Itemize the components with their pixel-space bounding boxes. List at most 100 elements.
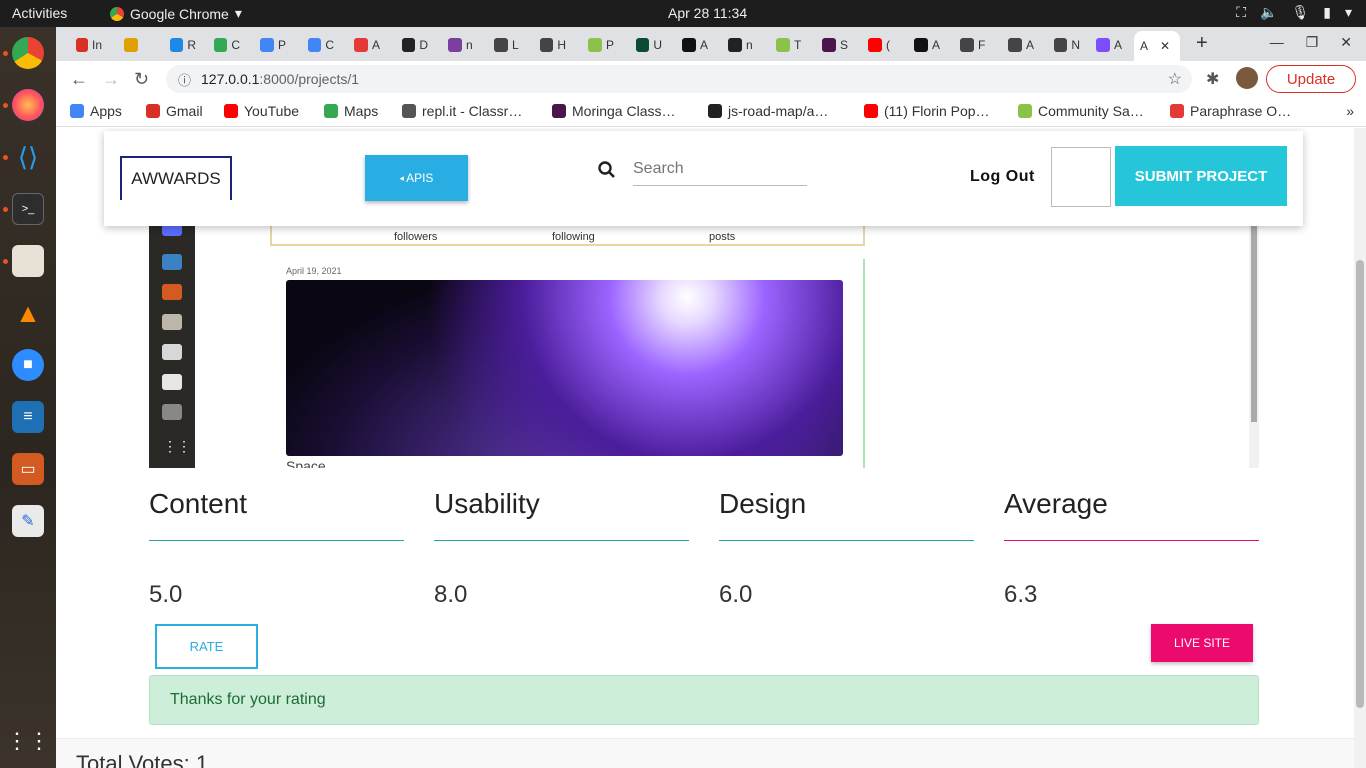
- tab-favicon-icon: [1008, 38, 1022, 52]
- close-icon[interactable]: ✕: [1160, 39, 1170, 53]
- rating-average: Average 6.3: [1004, 488, 1259, 609]
- tab-5[interactable]: C: [302, 33, 334, 57]
- forward-icon[interactable]: →: [102, 69, 120, 90]
- search-input[interactable]: [633, 153, 807, 186]
- writer-dock-icon[interactable]: ≡: [12, 401, 44, 433]
- tab-15[interactable]: T: [770, 33, 802, 57]
- reload-icon[interactable]: ↻: [134, 69, 149, 90]
- tab-4[interactable]: P: [254, 33, 286, 57]
- tab-12[interactable]: U: [630, 33, 662, 57]
- tab-3[interactable]: C: [208, 33, 240, 57]
- profile-avatar[interactable]: [1236, 67, 1258, 89]
- tab-2[interactable]: R: [164, 33, 196, 57]
- rating-value: 5.0: [149, 581, 183, 608]
- bookmark-7[interactable]: (11) Florin Pop…: [864, 103, 990, 119]
- bookmark-star-icon[interactable]: ☆: [1168, 69, 1182, 89]
- tab-1[interactable]: [118, 33, 150, 57]
- impress-dock-icon[interactable]: ▭: [12, 453, 44, 485]
- tab-favicon-icon: [170, 38, 184, 52]
- posts-label: posts: [709, 231, 736, 243]
- frame-scrollbar[interactable]: [1249, 226, 1259, 468]
- tab-14[interactable]: n: [722, 33, 754, 57]
- tab-favicon-icon: [636, 38, 650, 52]
- bookmark-3[interactable]: Maps: [324, 103, 378, 119]
- tab-16[interactable]: S: [816, 33, 848, 57]
- profile-image[interactable]: [1051, 147, 1111, 207]
- tab-18[interactable]: A: [908, 33, 940, 57]
- show-apps-icon[interactable]: ⋮⋮: [6, 725, 50, 757]
- maximize-icon[interactable]: ❐: [1306, 34, 1319, 51]
- system-tray[interactable]: ⛶ 🔈 🎙 ▮ ▾: [1236, 4, 1352, 21]
- tab-active[interactable]: A ✕: [1134, 31, 1180, 61]
- terminal-dock-icon[interactable]: >_: [12, 193, 44, 225]
- tab-10[interactable]: H: [534, 33, 566, 57]
- live-site-button[interactable]: LIVE SITE: [1151, 624, 1253, 662]
- post-image[interactable]: [286, 280, 843, 456]
- running-indicator: [3, 155, 8, 160]
- bookmark-2[interactable]: YouTube: [224, 103, 299, 119]
- vlc-dock-icon[interactable]: ▲: [12, 297, 44, 329]
- activities-button[interactable]: Activities: [12, 5, 67, 21]
- more-bookmarks-icon[interactable]: »: [1346, 103, 1354, 119]
- bookmark-0[interactable]: Apps: [70, 103, 122, 119]
- rate-button[interactable]: RATE: [155, 624, 258, 669]
- update-button[interactable]: Update: [1266, 65, 1356, 93]
- project-preview-frame[interactable]: ⋮⋮ followers following posts April 19, 2…: [149, 226, 1259, 468]
- tab-favicon-icon: [960, 38, 974, 52]
- extensions-puzzle-icon[interactable]: ✱: [1206, 69, 1219, 89]
- zoom-dock-icon[interactable]: ■: [12, 349, 44, 381]
- tab-21[interactable]: N: [1048, 33, 1080, 57]
- bookmark-label: js-road-map/a…: [728, 103, 829, 119]
- page-scrollbar[interactable]: [1354, 128, 1366, 768]
- firefox-dock-icon[interactable]: [12, 89, 44, 121]
- tab-favicon-icon: [868, 38, 882, 52]
- back-icon[interactable]: ←: [70, 69, 88, 90]
- rating-divider: [1004, 540, 1259, 541]
- tab-19[interactable]: F: [954, 33, 986, 57]
- tab-label: T: [794, 38, 802, 52]
- tab-11[interactable]: P: [582, 33, 614, 57]
- bookmark-favicon-icon: [324, 104, 338, 118]
- tab-20[interactable]: A: [1002, 33, 1034, 57]
- address-bar[interactable]: ⓘ 127.0.0.1:8000/projects/1 ☆: [166, 65, 1192, 93]
- info-icon[interactable]: ⓘ: [178, 70, 191, 89]
- tab-17[interactable]: (: [862, 33, 894, 57]
- tab-6[interactable]: A: [348, 33, 380, 57]
- text-editor-dock-icon[interactable]: ✎: [12, 505, 44, 537]
- bookmark-9[interactable]: Paraphrase O…: [1170, 103, 1291, 119]
- bookmark-1[interactable]: Gmail: [146, 103, 203, 119]
- tab-8[interactable]: n: [442, 33, 474, 57]
- preview-dock: ⋮⋮: [149, 226, 195, 468]
- rating-divider: [149, 540, 404, 541]
- chrome-dock-icon[interactable]: [12, 37, 44, 69]
- tab-9[interactable]: L: [488, 33, 520, 57]
- clock[interactable]: Apr 28 11:34: [668, 5, 747, 21]
- minimize-icon[interactable]: —: [1270, 34, 1284, 51]
- bookmark-5[interactable]: Moringa Class…: [552, 103, 675, 119]
- bookmark-4[interactable]: repl.it - Classr…: [402, 103, 522, 119]
- files-dock-icon[interactable]: [12, 245, 44, 277]
- tab-label: R: [187, 38, 196, 52]
- tab-22[interactable]: A: [1090, 33, 1122, 57]
- tab-0[interactable]: In: [70, 33, 102, 57]
- bookmark-label: Paraphrase O…: [1190, 103, 1292, 119]
- close-window-icon[interactable]: ✕: [1340, 34, 1352, 51]
- new-tab-button[interactable]: +: [1196, 32, 1208, 55]
- app-menu[interactable]: Google Chrome ▾: [110, 5, 242, 22]
- tab-label: (: [886, 38, 890, 52]
- logout-link[interactable]: Log Out: [970, 168, 1035, 186]
- tab-label: C: [231, 38, 240, 52]
- writer-icon: [162, 254, 182, 270]
- site-logo[interactable]: AWWARDS: [120, 156, 232, 200]
- vscode-dock-icon[interactable]: ⟨⟩: [12, 141, 44, 173]
- tab-7[interactable]: D: [396, 33, 428, 57]
- bookmark-label: Maps: [344, 103, 379, 119]
- tab-label: S: [839, 38, 848, 52]
- submit-project-button[interactable]: SUBMIT PROJECT: [1115, 146, 1287, 206]
- bookmark-8[interactable]: Community Sa…: [1018, 103, 1144, 119]
- volume-icon: 🔈: [1260, 4, 1278, 20]
- tab-label: P: [277, 38, 286, 52]
- apis-button[interactable]: ◂ APIS: [365, 155, 468, 201]
- bookmark-6[interactable]: js-road-map/a…: [708, 103, 828, 119]
- tab-13[interactable]: A: [676, 33, 708, 57]
